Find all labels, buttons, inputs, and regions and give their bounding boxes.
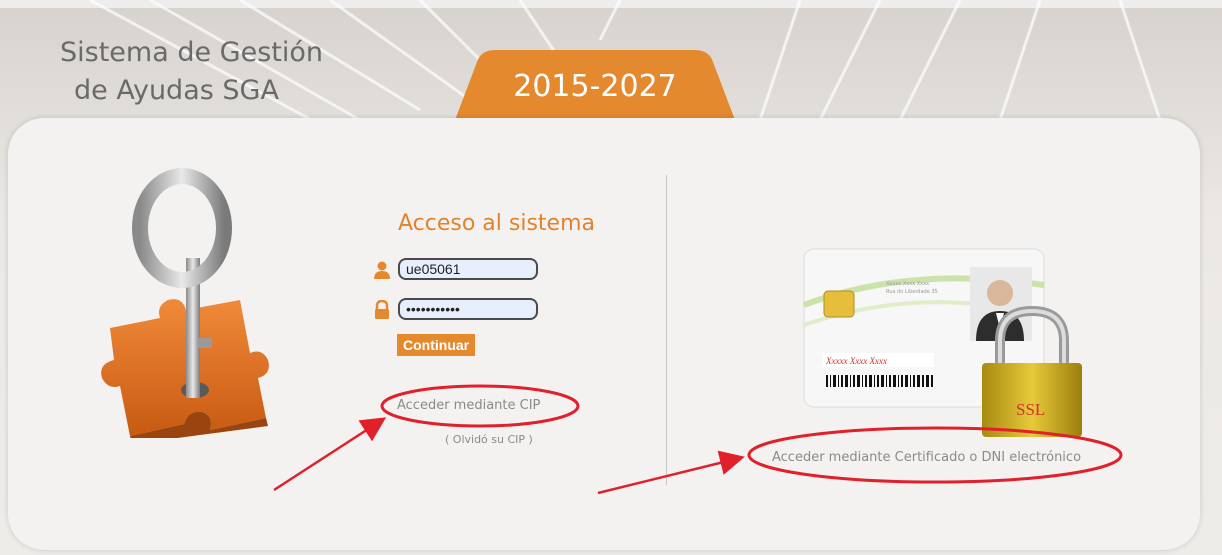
- certificate-login-link[interactable]: Acceder mediante Certificado o DNI elect…: [772, 450, 1081, 465]
- site-title: Sistema de Gestión de Ayudas SGA: [60, 34, 323, 110]
- user-icon: [374, 261, 390, 279]
- id-card-image: Xxxxx Xxxx Xxxx Rua do Liberdade 35 Xxxx…: [802, 248, 1082, 437]
- site-title-line1: Sistema de Gestión: [60, 37, 323, 68]
- forgot-cip-link[interactable]: ( Olvidó su CIP ): [445, 433, 533, 446]
- cip-login-link[interactable]: Acceder mediante CIP: [397, 398, 540, 413]
- ssl-label: SSL: [1016, 400, 1045, 419]
- continue-button[interactable]: Continuar: [397, 334, 476, 356]
- years-tab: 2015-2027: [455, 48, 735, 128]
- username-input[interactable]: [398, 258, 538, 280]
- card-small-text-1: Xxxxx Xxxx Xxxx: [886, 281, 929, 287]
- lock-icon: [375, 300, 389, 319]
- key-puzzle-image: [101, 168, 269, 438]
- card-small-text-2: Rua do Liberdade 35: [886, 289, 938, 295]
- card-name: Xxxxx Xxxx Xxxx: [825, 356, 887, 366]
- password-input[interactable]: [398, 298, 538, 320]
- years-label: 2015-2027: [513, 69, 677, 104]
- login-title: Acceso al sistema: [398, 211, 596, 236]
- site-title-line2: de Ayudas SGA: [74, 75, 279, 106]
- panel-divider: [666, 175, 667, 485]
